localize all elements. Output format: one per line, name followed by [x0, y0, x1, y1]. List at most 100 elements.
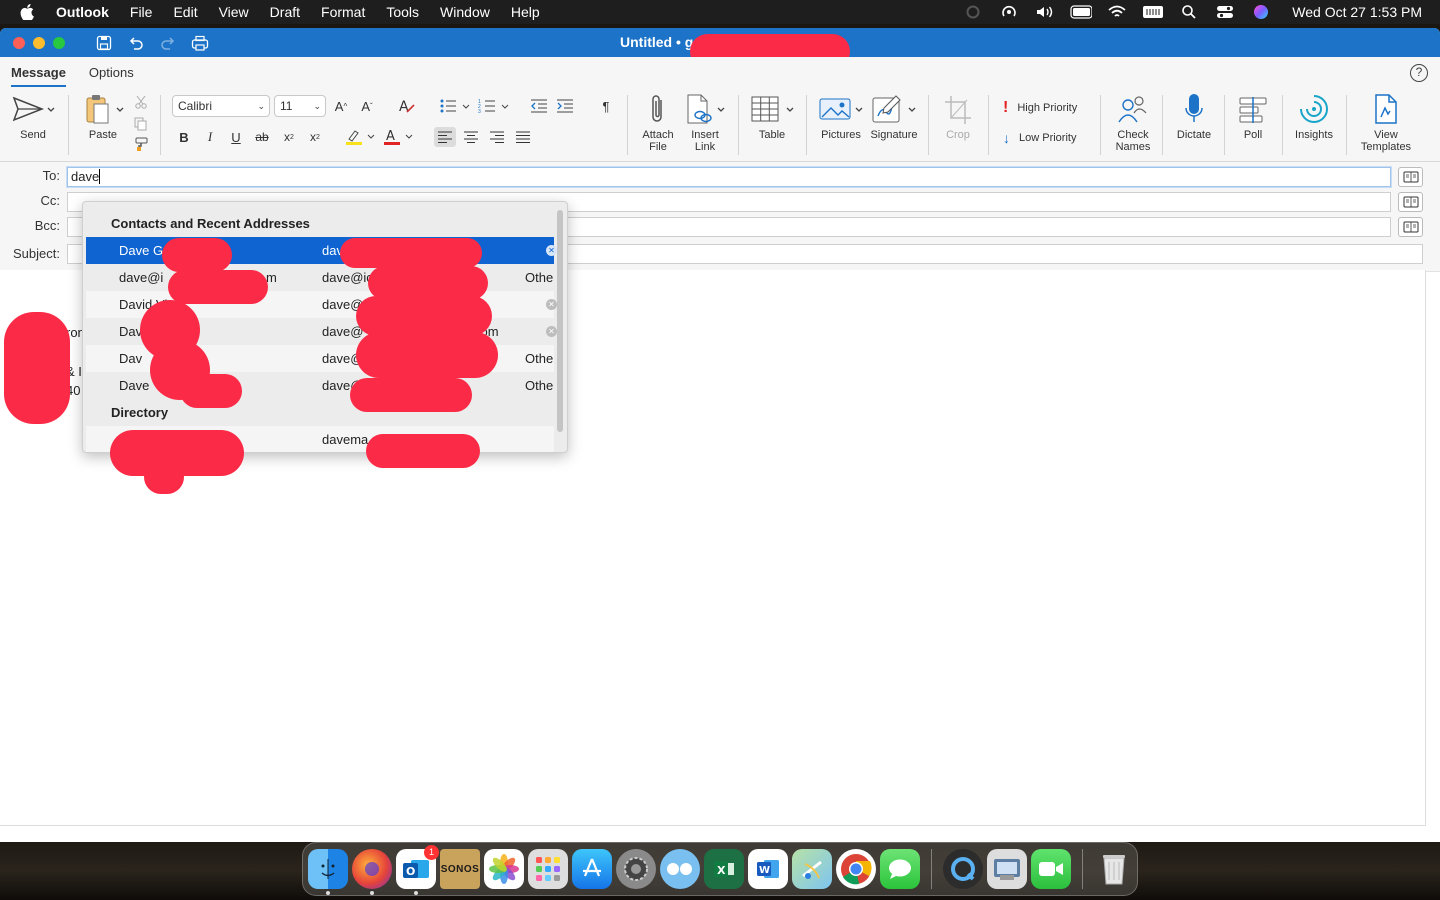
- menu-edit[interactable]: Edit: [173, 4, 197, 20]
- dock-excel-icon[interactable]: X: [704, 849, 744, 889]
- apple-menu-icon[interactable]: [20, 4, 38, 20]
- highlight-color-icon[interactable]: [344, 127, 378, 147]
- italic-icon[interactable]: I: [199, 127, 221, 147]
- dock-sonos-icon[interactable]: SONOS: [440, 849, 480, 889]
- menu-help[interactable]: Help: [511, 4, 540, 20]
- battery-icon[interactable]: [1070, 4, 1093, 20]
- dock-photos-icon[interactable]: [484, 849, 524, 889]
- numbering-icon[interactable]: 123: [477, 96, 511, 116]
- clear-formatting-icon[interactable]: A: [396, 96, 418, 116]
- undo-icon[interactable]: [127, 34, 145, 52]
- redaction-mark: [356, 332, 498, 378]
- wifi-icon[interactable]: [1106, 4, 1128, 20]
- minimize-window-button[interactable]: [33, 36, 45, 49]
- to-address-book-icon[interactable]: [1398, 167, 1423, 187]
- dictate-button[interactable]: Dictate: [1170, 89, 1218, 141]
- grow-font-icon[interactable]: A ^: [330, 96, 352, 116]
- high-priority-button[interactable]: ! High Priority: [1003, 99, 1077, 117]
- dock-maps-icon[interactable]: [792, 849, 832, 889]
- format-painter-icon[interactable]: [130, 134, 152, 154]
- attach-file-button[interactable]: Attach File: [636, 89, 680, 153]
- dock-app-store-icon[interactable]: [572, 849, 612, 889]
- cc-address-book-icon[interactable]: [1398, 192, 1423, 212]
- menu-view[interactable]: View: [219, 4, 249, 20]
- menubar-clock[interactable]: Wed Oct 27 1:53 PM: [1292, 4, 1422, 20]
- font-name-select[interactable]: Calibri ⌄: [172, 95, 270, 117]
- copy-icon[interactable]: [130, 114, 152, 134]
- remove-suggestion-icon[interactable]: ✕: [546, 245, 557, 256]
- strikethrough-icon[interactable]: ab: [251, 127, 273, 147]
- menu-app-outlook[interactable]: Outlook: [56, 4, 109, 20]
- dock-launchpad-icon[interactable]: [528, 849, 568, 889]
- shrink-font-icon[interactable]: Aˇ: [356, 96, 378, 116]
- remove-suggestion-icon[interactable]: ✕: [546, 299, 557, 310]
- paste-button[interactable]: Paste: [80, 89, 126, 141]
- save-icon[interactable]: [95, 34, 113, 52]
- volume-icon[interactable]: [1034, 4, 1056, 20]
- dock-chrome-icon[interactable]: [836, 849, 876, 889]
- underline-icon[interactable]: U: [225, 127, 247, 147]
- dock-firefox-icon[interactable]: [352, 849, 392, 895]
- bullets-icon[interactable]: [438, 96, 472, 116]
- subscript-icon[interactable]: x2: [278, 127, 300, 147]
- redo-icon[interactable]: [159, 34, 177, 52]
- help-icon[interactable]: ?: [1410, 64, 1428, 82]
- align-left-icon[interactable]: [434, 127, 456, 147]
- send-button[interactable]: Send: [10, 89, 56, 141]
- align-center-icon[interactable]: [460, 127, 482, 147]
- dock-system-preferences-icon[interactable]: [616, 849, 656, 889]
- font-color-icon[interactable]: A: [382, 127, 416, 147]
- decrease-indent-icon[interactable]: [528, 96, 550, 116]
- signature-button[interactable]: Signature: [868, 89, 920, 141]
- remove-suggestion-icon[interactable]: ✕: [546, 326, 557, 337]
- superscript-icon[interactable]: x2: [304, 127, 326, 147]
- dock-quicktime-icon[interactable]: [943, 849, 983, 889]
- pictures-button[interactable]: Pictures: [816, 89, 866, 141]
- paragraph-marks-icon[interactable]: ¶: [595, 96, 617, 116]
- dictate-label: Dictate: [1176, 129, 1212, 141]
- dock-messages-icon[interactable]: [880, 849, 920, 889]
- menu-draft[interactable]: Draft: [270, 4, 300, 20]
- check-names-button[interactable]: Check Names: [1110, 89, 1156, 153]
- increase-indent-icon[interactable]: [554, 96, 576, 116]
- low-priority-button[interactable]: ↓ Low Priority: [1003, 130, 1076, 146]
- dock-facetime-icon[interactable]: [1031, 849, 1071, 889]
- siri-icon[interactable]: [1250, 4, 1272, 20]
- table-button[interactable]: Table: [748, 89, 796, 141]
- crop-button[interactable]: Crop: [938, 89, 978, 141]
- tab-message[interactable]: Message: [11, 65, 66, 87]
- airdrop-icon[interactable]: [998, 4, 1020, 20]
- control-center-icon[interactable]: [1214, 4, 1236, 20]
- list-item[interactable]: Dave G dav ✕: [86, 237, 557, 264]
- tab-options[interactable]: Options: [89, 65, 134, 87]
- menu-tools[interactable]: Tools: [386, 4, 419, 20]
- cut-icon[interactable]: [130, 92, 152, 112]
- insert-link-button[interactable]: Insert Link: [680, 89, 730, 153]
- align-right-icon[interactable]: [486, 127, 508, 147]
- menu-file[interactable]: File: [130, 4, 153, 20]
- dropdown-scrollbar[interactable]: [557, 210, 563, 432]
- bold-icon[interactable]: B: [173, 127, 195, 147]
- dock-word-icon[interactable]: W: [748, 849, 788, 889]
- contact-email: davema: [322, 432, 369, 447]
- bcc-address-book-icon[interactable]: [1398, 217, 1423, 237]
- close-window-button[interactable]: [13, 36, 25, 49]
- justify-icon[interactable]: [512, 127, 534, 147]
- font-size-select[interactable]: 11 ⌄: [274, 95, 326, 117]
- zoom-window-button[interactable]: [53, 36, 65, 49]
- dock-preview-icon[interactable]: [987, 849, 1027, 889]
- poll-button[interactable]: Poll: [1232, 89, 1274, 141]
- dock-trash-icon[interactable]: [1094, 849, 1134, 889]
- menu-format[interactable]: Format: [321, 4, 365, 20]
- sync-status-icon[interactable]: [962, 4, 984, 20]
- spotlight-search-icon[interactable]: [1178, 4, 1200, 20]
- dock-meeting-app-icon[interactable]: [660, 849, 700, 889]
- menu-window[interactable]: Window: [440, 4, 490, 20]
- keyboard-input-icon[interactable]: [1142, 4, 1164, 20]
- dock-outlook-icon[interactable]: O 1: [396, 845, 439, 895]
- to-input[interactable]: dave: [67, 167, 1391, 187]
- dock-finder-icon[interactable]: [308, 849, 348, 895]
- view-templates-button[interactable]: View Templates: [1354, 89, 1418, 153]
- print-icon[interactable]: [191, 34, 209, 52]
- insights-button[interactable]: Insights: [1290, 89, 1338, 141]
